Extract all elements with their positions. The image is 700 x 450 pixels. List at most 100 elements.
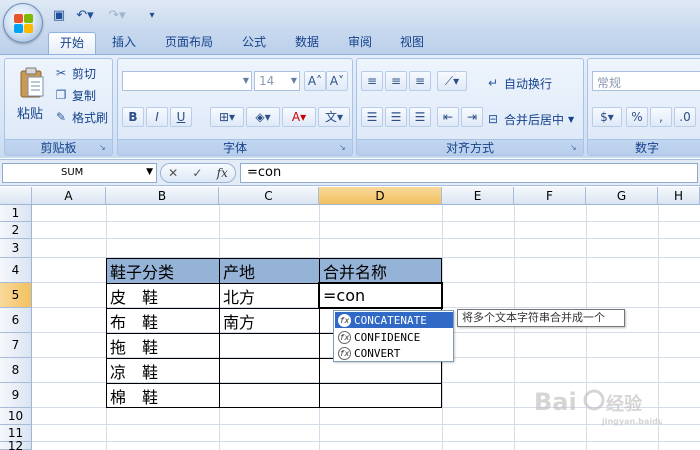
column-header-f[interactable]: F	[514, 187, 586, 205]
number-format-select[interactable]: 常规	[592, 71, 700, 91]
align-middle-icon[interactable]: ≡	[385, 71, 407, 91]
decrease-font-icon[interactable]: A˅	[326, 71, 348, 91]
decrease-indent-icon[interactable]: ⇤	[437, 107, 459, 127]
align-center-icon[interactable]: ☰	[385, 107, 407, 127]
number-group-label: 数字	[588, 139, 700, 155]
table-cell[interactable]: 北方	[219, 283, 319, 308]
formula-bar: SUM ▼ ✕ ✓ fx =con	[0, 159, 700, 186]
phonetic-icon[interactable]: 文▾	[318, 107, 350, 127]
cancel-icon[interactable]: ✕	[168, 166, 178, 180]
row-header-4[interactable]: 4	[0, 258, 32, 283]
undo-icon[interactable]: ↶▾	[72, 6, 98, 24]
tab-review[interactable]: 审阅	[338, 32, 382, 54]
scissors-icon: ✂	[55, 66, 67, 80]
autocomplete-item[interactable]: fx CONFIDENCE	[335, 329, 453, 345]
align-bottom-icon[interactable]: ≡	[409, 71, 431, 91]
customize-quick-access-icon[interactable]: ▾	[146, 6, 158, 24]
table-cell[interactable]: 布 鞋	[106, 308, 219, 333]
currency-icon[interactable]: $▾	[592, 107, 622, 127]
table-header-origin[interactable]: 产地	[219, 258, 319, 283]
table-cell[interactable]: 棉 鞋	[106, 383, 219, 408]
editing-cell-d5[interactable]: =con	[319, 283, 442, 308]
office-logo-icon	[14, 14, 34, 34]
table-header-category[interactable]: 鞋子分类	[106, 258, 219, 283]
redo-icon[interactable]: ↷▾	[104, 6, 130, 24]
table-cell[interactable]: 凉 鞋	[106, 358, 219, 383]
row-header-7[interactable]: 7	[0, 333, 32, 358]
copy-button[interactable]: ❐ 复制	[53, 85, 96, 105]
bold-button[interactable]: B	[122, 107, 144, 127]
column-header-b[interactable]: B	[106, 187, 219, 205]
tab-home[interactable]: 开始	[48, 32, 96, 54]
gridline	[32, 441, 700, 442]
table-cell[interactable]: 南方	[219, 308, 319, 333]
paste-button[interactable]: 粘贴	[17, 103, 43, 122]
underline-button[interactable]: U	[170, 107, 192, 127]
autocomplete-item[interactable]: fx CONVERT	[335, 345, 453, 361]
table-header-merged-name[interactable]: 合并名称	[319, 258, 442, 283]
alignment-launcher-icon[interactable]: ↘	[570, 143, 580, 153]
row-header-6[interactable]: 6	[0, 308, 32, 333]
wrap-text-icon: ↵	[487, 76, 499, 90]
increase-font-icon[interactable]: A˄	[304, 71, 326, 91]
table-cell[interactable]: 皮 鞋	[106, 283, 219, 308]
paw-logo-icon: Bai 经验 jingyan.baidu.com	[534, 388, 685, 426]
align-top-icon[interactable]: ≡	[361, 71, 383, 91]
tab-data[interactable]: 数据	[285, 32, 329, 54]
tab-view[interactable]: 视图	[390, 32, 434, 54]
font-launcher-icon[interactable]: ↘	[339, 143, 349, 153]
format-painter-button[interactable]: ✎ 格式刷	[53, 107, 108, 127]
font-name-select[interactable]: ▼	[122, 71, 252, 91]
formula-input[interactable]: =con	[240, 163, 698, 183]
comma-icon[interactable]: ,	[650, 107, 672, 127]
orientation-icon[interactable]: ⟋▾	[437, 71, 467, 91]
column-header-h[interactable]: H	[658, 187, 700, 205]
font-size-select[interactable]: 14 ▼	[254, 71, 300, 91]
increase-decimal-icon[interactable]: .0	[674, 107, 696, 127]
office-button[interactable]	[3, 3, 43, 43]
insert-function-icon[interactable]: fx	[217, 166, 228, 180]
border-icon[interactable]: ⊞▾	[210, 107, 244, 127]
name-box[interactable]: SUM ▼	[2, 163, 157, 183]
clipboard-launcher-icon[interactable]: ↘	[99, 143, 109, 153]
enter-icon[interactable]: ✓	[192, 166, 202, 180]
column-header-e[interactable]: E	[442, 187, 514, 205]
row-header-8[interactable]: 8	[0, 358, 32, 383]
row-header-9[interactable]: 9	[0, 383, 32, 408]
autocomplete-item[interactable]: fx CONCATENATE	[335, 312, 453, 328]
row-header-1[interactable]: 1	[0, 205, 32, 222]
column-header-c[interactable]: C	[219, 187, 319, 205]
increase-indent-icon[interactable]: ⇥	[461, 107, 483, 127]
column-header-a[interactable]: A	[32, 187, 106, 205]
row-header-10[interactable]: 10	[0, 408, 32, 425]
tab-insert[interactable]: 插入	[102, 32, 146, 54]
column-header-g[interactable]: G	[586, 187, 658, 205]
font-group-label: 字体	[118, 139, 352, 155]
align-left-icon[interactable]: ☰	[361, 107, 383, 127]
clipboard-group: 粘贴 ✂ 剪切 ❐ 复制 ✎ 格式刷 剪贴板 ↘	[4, 58, 113, 156]
tab-page-layout[interactable]: 页面布局	[156, 32, 222, 54]
gridline	[514, 205, 515, 450]
row-header-5[interactable]: 5	[0, 283, 32, 308]
row-header-3[interactable]: 3	[0, 239, 32, 258]
font-color-icon[interactable]: A▾	[282, 107, 316, 127]
italic-button[interactable]: I	[146, 107, 168, 127]
row-header-12[interactable]: 12	[0, 439, 32, 450]
wrap-text-button[interactable]: ↵ 自动换行	[485, 73, 552, 93]
function-tooltip: 将多个文本字符串合并成一个	[457, 309, 625, 327]
column-header-d[interactable]: D	[319, 187, 442, 205]
align-right-icon[interactable]: ☰	[409, 107, 431, 127]
table-cell[interactable]: 拖 鞋	[106, 333, 219, 358]
tab-formulas[interactable]: 公式	[232, 32, 276, 54]
clipboard-group-label: 剪贴板	[5, 139, 112, 155]
cut-button[interactable]: ✂ 剪切	[53, 63, 96, 83]
fill-color-icon[interactable]: ◈▾	[246, 107, 280, 127]
select-all-corner[interactable]	[0, 187, 32, 205]
percent-icon[interactable]: %	[626, 107, 648, 127]
function-icon: fx	[338, 330, 351, 344]
function-autocomplete-list[interactable]: fx CONCATENATE fx CONFIDENCE fx CONVERT	[333, 310, 454, 362]
merge-center-button[interactable]: ⊟ 合并后居中 ▼	[485, 109, 574, 129]
save-icon[interactable]: ▣	[50, 6, 68, 24]
row-header-2[interactable]: 2	[0, 222, 32, 239]
table-border	[319, 258, 320, 408]
